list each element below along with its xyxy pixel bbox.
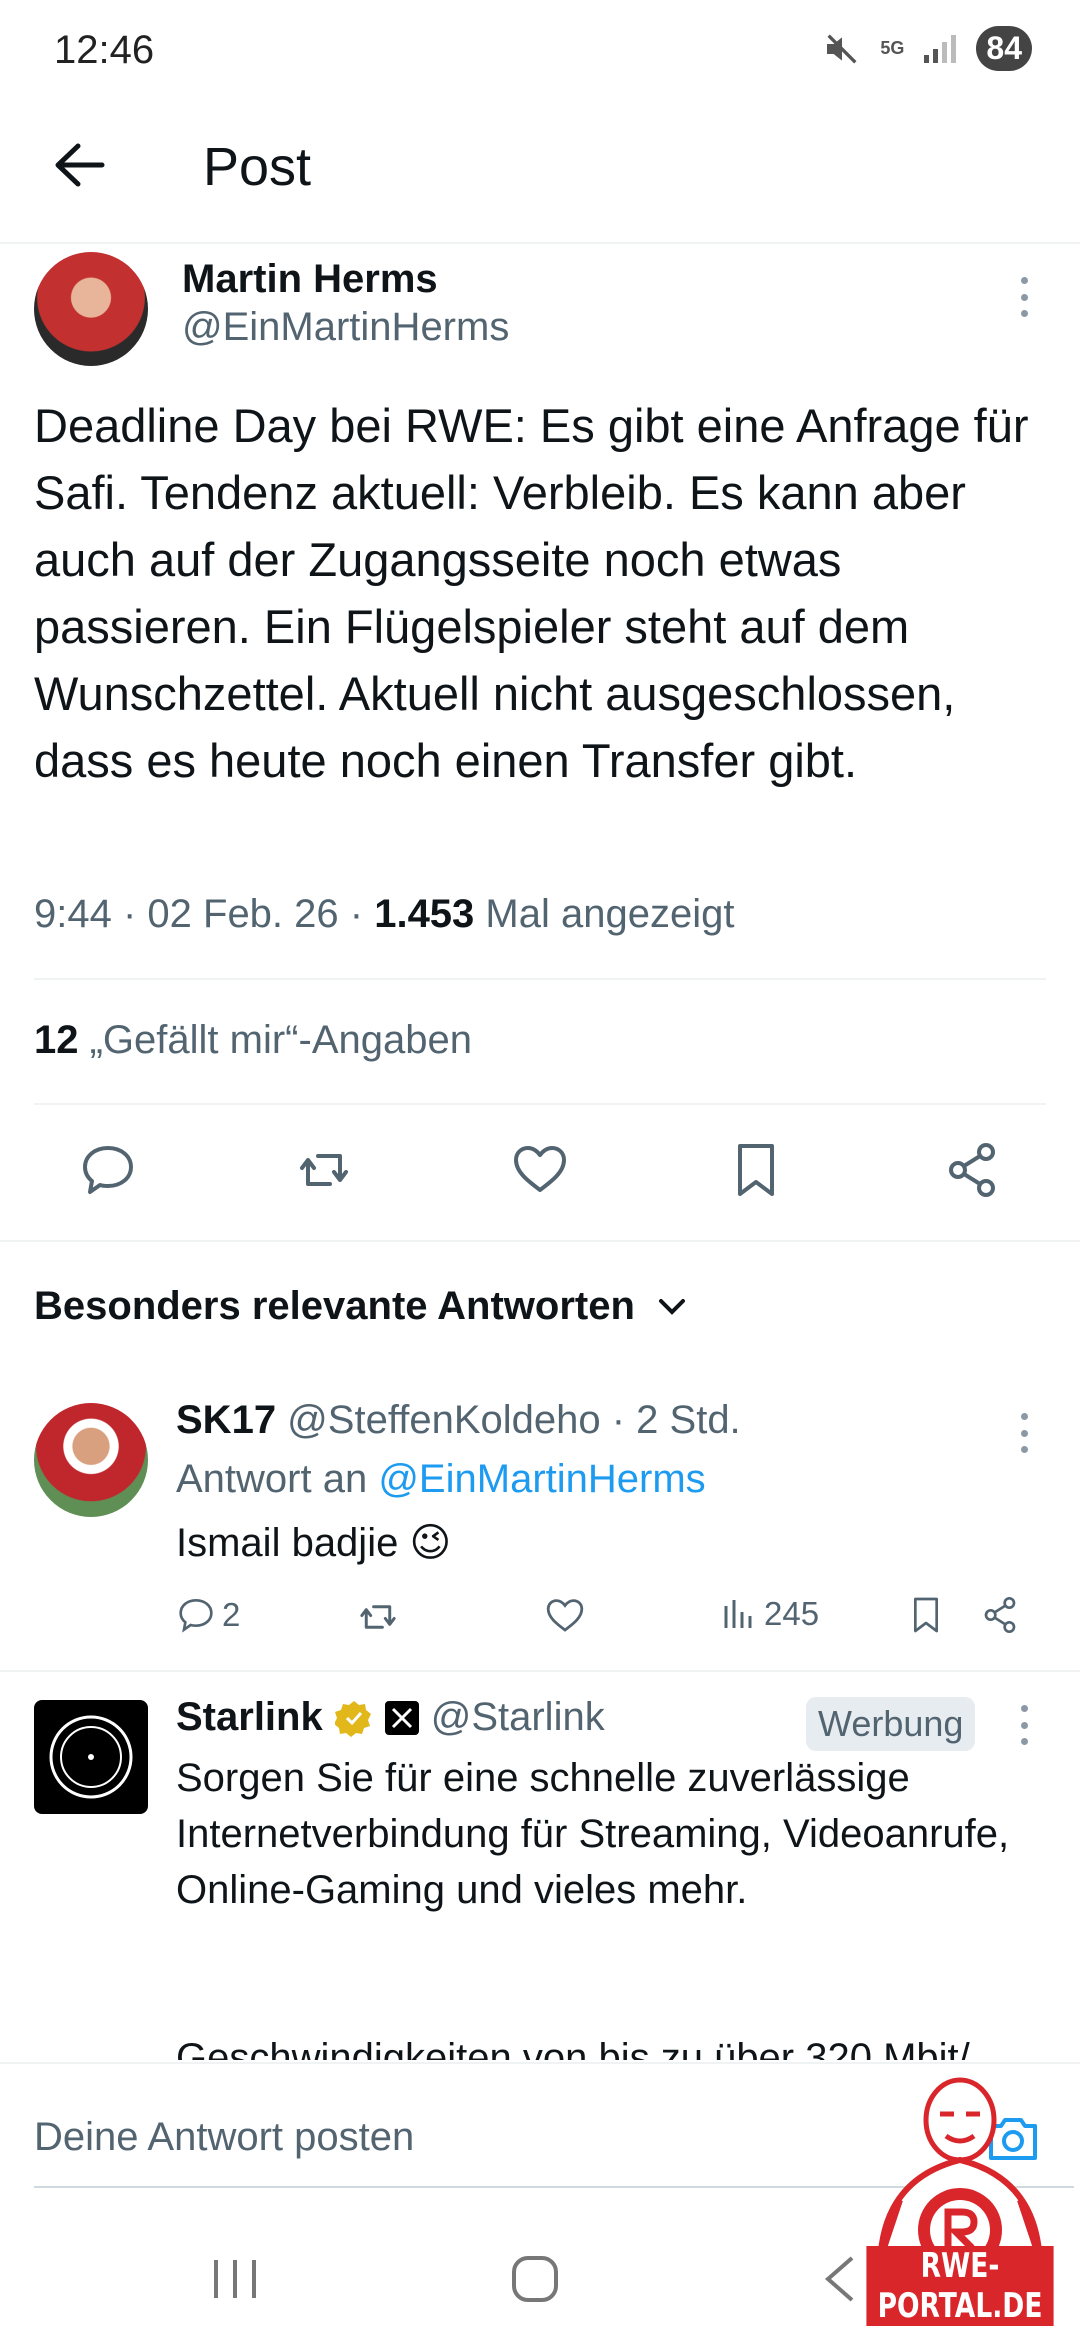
likes-row[interactable]: 12 „Gefällt mir“-Angaben bbox=[34, 1018, 472, 1063]
actions-divider bbox=[0, 1240, 1080, 1242]
share-icon[interactable] bbox=[942, 1140, 1002, 1200]
reply-avatar[interactable] bbox=[34, 1403, 148, 1517]
more-vertical-icon[interactable] bbox=[1018, 1705, 1030, 1745]
likes-divider bbox=[34, 1103, 1046, 1105]
status-time: 12:46 bbox=[54, 28, 155, 72]
comment-icon bbox=[179, 1598, 213, 1633]
reply-bookmark-button[interactable] bbox=[906, 1595, 946, 1635]
composer-divider bbox=[0, 2062, 1080, 2064]
recent-apps-icon[interactable] bbox=[210, 2256, 260, 2302]
reply-action-bar: 2 245 bbox=[176, 1595, 1036, 1645]
ad-text-truncated: Geschwindigkeiten von bis zu über 320 Mb… bbox=[176, 2036, 970, 2060]
post-meta: 9:44 · 02 Feb. 26 · 1.453 Mal angezeigt bbox=[34, 892, 734, 937]
more-vertical-icon[interactable] bbox=[1018, 277, 1030, 317]
reply-divider bbox=[0, 1670, 1080, 1672]
reply-views[interactable]: 245 bbox=[722, 1595, 819, 1633]
likes-count: 12 bbox=[34, 1018, 79, 1062]
verified-badge-icon bbox=[334, 1700, 371, 1737]
page-title: Post bbox=[203, 137, 312, 197]
chevron-down-icon bbox=[658, 1298, 685, 1315]
reply-comment-button[interactable]: 2 bbox=[176, 1595, 240, 1635]
comment-icon[interactable] bbox=[78, 1140, 138, 1200]
battery-indicator: 84 bbox=[976, 26, 1032, 71]
reply-handle-time: @SteffenKoldeho · 2 Std. bbox=[276, 1398, 741, 1442]
signal-icon bbox=[924, 34, 957, 63]
starlink-logo-icon bbox=[49, 1715, 133, 1799]
ad-badge: Werbung bbox=[806, 1697, 976, 1751]
post-timestamp[interactable]: 9:44 · 02 Feb. 26 · bbox=[34, 892, 374, 936]
reply-like-button[interactable] bbox=[544, 1595, 586, 1637]
reply-to-label: Antwort an bbox=[176, 1457, 379, 1501]
views-count: 1.453 bbox=[374, 892, 475, 936]
bar-chart-icon bbox=[724, 1600, 752, 1628]
reply-share-button[interactable] bbox=[980, 1595, 1020, 1635]
reply-to: Antwort an @EinMartinHerms bbox=[176, 1457, 706, 1502]
repost-icon bbox=[360, 1605, 396, 1629]
author-name[interactable]: Martin Herms bbox=[182, 257, 438, 302]
replies-heading: Besonders relevante Antworten bbox=[34, 1284, 635, 1328]
x-logo-icon bbox=[384, 1700, 419, 1735]
home-icon[interactable] bbox=[510, 2254, 560, 2304]
ad-header[interactable]: Starlink @Starlink bbox=[176, 1695, 605, 1740]
header-divider bbox=[0, 242, 1080, 244]
arrow-left-icon[interactable] bbox=[50, 140, 110, 190]
reply-composer-input[interactable]: Deine Antwort posten bbox=[34, 2115, 414, 2160]
reply-to-handle[interactable]: @EinMartinHerms bbox=[378, 1457, 705, 1501]
more-vertical-icon[interactable] bbox=[1018, 1413, 1030, 1453]
reply-comment-count: 2 bbox=[222, 1596, 241, 1633]
likes-label: „Gefällt mir“-Angaben bbox=[78, 1018, 472, 1062]
reply-views-count: 245 bbox=[764, 1595, 820, 1632]
author-handle[interactable]: @EinMartinHerms bbox=[182, 305, 509, 350]
starlink-logo[interactable] bbox=[34, 1700, 148, 1814]
post-text: Deadline Day bei RWE: Es gibt eine Anfra… bbox=[34, 399, 1029, 787]
share-icon bbox=[984, 1597, 1016, 1633]
bookmark-icon bbox=[914, 1597, 938, 1633]
reply-header[interactable]: SK17 @SteffenKoldeho · 2 Std. bbox=[176, 1398, 741, 1443]
status-icons: 5G 84 bbox=[822, 26, 1032, 71]
ad-text: Sorgen Sie für eine schnelle zuverlässig… bbox=[176, 1756, 1010, 1912]
heart-icon bbox=[546, 1599, 584, 1632]
watermark-text: RWE-PORTAL.DE bbox=[866, 2246, 1054, 2326]
repost-icon[interactable] bbox=[294, 1140, 354, 1200]
views-label: Mal angezeigt bbox=[474, 892, 735, 936]
reply-repost-button[interactable] bbox=[356, 1595, 400, 1639]
network-label: 5G bbox=[880, 38, 905, 58]
heart-icon[interactable] bbox=[510, 1140, 570, 1200]
replies-sort-dropdown[interactable]: Besonders relevante Antworten bbox=[34, 1284, 687, 1329]
mute-icon bbox=[827, 33, 857, 64]
bookmark-icon[interactable] bbox=[726, 1140, 786, 1200]
ad-handle: @Starlink bbox=[430, 1695, 605, 1739]
author-avatar[interactable] bbox=[34, 252, 148, 366]
reply-text: Ismail badjie 😉 bbox=[176, 1521, 452, 1565]
ad-name: Starlink bbox=[176, 1695, 323, 1739]
rwe-portal-watermark: RWE-PORTAL.DE bbox=[840, 2070, 1080, 2340]
meta-divider bbox=[34, 978, 1046, 980]
post-action-bar bbox=[0, 1140, 1080, 1210]
reply-name: SK17 bbox=[176, 1398, 277, 1442]
